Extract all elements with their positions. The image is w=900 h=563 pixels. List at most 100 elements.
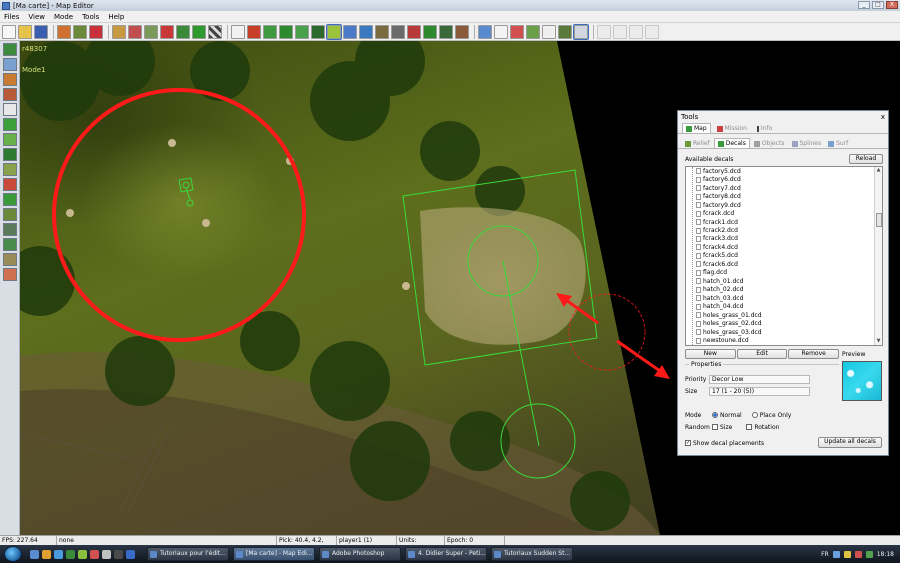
unit-icon[interactable]	[407, 24, 421, 39]
layer-buildings-icon[interactable]	[2, 88, 17, 101]
scroll-down-icon[interactable]: ▼	[875, 338, 882, 345]
reload-button[interactable]: Reload	[849, 154, 883, 164]
new-button[interactable]: New	[685, 349, 736, 359]
menu-mode[interactable]: Mode	[54, 13, 73, 21]
menu-view[interactable]: View	[28, 13, 45, 21]
grass-icon[interactable]	[176, 24, 190, 39]
layer-forest-icon[interactable]	[2, 193, 17, 206]
road-icon[interactable]	[279, 24, 293, 39]
decal-list-item[interactable]: factory8.dcd	[696, 192, 871, 200]
river-icon[interactable]	[359, 24, 373, 39]
decal-list-item[interactable]: factory7.dcd	[696, 184, 871, 192]
close-button[interactable]: X	[886, 1, 898, 9]
menu-files[interactable]: Files	[4, 13, 19, 21]
volume-icon[interactable]	[843, 550, 851, 558]
script-icon[interactable]	[128, 24, 142, 39]
app-icon[interactable]	[114, 549, 123, 559]
decal-list-item[interactable]: holes_grass_02.dcd	[696, 319, 871, 327]
remove-button[interactable]: Remove	[788, 349, 840, 359]
decal-list-item[interactable]: factory6.dcd	[696, 175, 871, 183]
show-placements-checkbox[interactable]: ✓ Show decal placements	[685, 438, 764, 448]
size-value[interactable]: 17 (1 - 20 (5))	[709, 386, 810, 396]
app-icon[interactable]	[90, 549, 99, 559]
layer-water-icon[interactable]	[2, 58, 17, 71]
trigger-icon[interactable]	[510, 24, 524, 39]
tab-info[interactable]: Info	[753, 123, 776, 133]
minimize-button[interactable]: _	[858, 1, 870, 9]
menu-tools[interactable]: Tools	[82, 13, 99, 21]
decal-list-item[interactable]: factory9.dcd	[696, 201, 871, 209]
decal-list-scrollbar[interactable]: ▲ ▼	[874, 167, 882, 345]
task-tutoriaux[interactable]: Tutoriaux pour l'édit...	[147, 547, 229, 561]
mode-normal-radio[interactable]: Normal	[712, 412, 742, 419]
layer-terrain-icon[interactable]	[2, 43, 17, 56]
scroll-up-icon[interactable]: ▲	[875, 167, 882, 174]
flag-icon[interactable]	[160, 24, 174, 39]
tray-app-icon[interactable]	[865, 550, 873, 558]
layer-blank-icon[interactable]	[2, 103, 17, 116]
decal-list-item[interactable]: holes_grass_03.dcd	[696, 328, 871, 336]
layer-fence-icon[interactable]	[2, 253, 17, 266]
undo-icon[interactable]	[112, 24, 126, 39]
layer-fields-icon[interactable]	[2, 208, 17, 221]
image-icon[interactable]	[542, 24, 556, 39]
menu-help[interactable]: Help	[108, 13, 124, 21]
start-button[interactable]	[4, 546, 22, 562]
palm-icon[interactable]	[526, 24, 540, 39]
clock[interactable]: 18:18	[877, 551, 894, 558]
subtab-objects[interactable]: Objects	[751, 139, 788, 148]
grid-icon[interactable]	[192, 24, 206, 39]
app-icon[interactable]	[126, 549, 135, 559]
subtab-surf[interactable]: Surf	[825, 139, 851, 148]
mode-place-only-radio[interactable]: Place Only	[751, 412, 791, 419]
app-icon[interactable]	[78, 549, 87, 559]
decal-list-item[interactable]: flag.dcd	[696, 269, 871, 277]
decal-list-item[interactable]: fcrack.dcd	[696, 209, 871, 217]
show-desktop-icon[interactable]	[30, 549, 39, 559]
explorer-icon[interactable]	[42, 549, 51, 559]
save-icon[interactable]	[34, 24, 48, 39]
layer-houses-icon[interactable]	[2, 268, 17, 281]
decal-list-item[interactable]: hatch_01.dcd	[696, 277, 871, 285]
decal-list-item[interactable]: hatch_04.dcd	[696, 303, 871, 311]
decal-list-item[interactable]: fcrack3.dcd	[696, 235, 871, 243]
tools-icon[interactable]	[573, 23, 589, 40]
layer-grid-icon[interactable]	[2, 118, 17, 131]
app-icon[interactable]	[102, 549, 111, 559]
subtab-decals[interactable]: Decals	[713, 138, 750, 148]
camera-icon[interactable]	[558, 24, 572, 39]
update-all-decals-button[interactable]: Update all decals	[818, 437, 882, 448]
cursor-icon[interactable]	[231, 24, 245, 39]
decal-list[interactable]: factory5.dcd factory6.dcd factory7.dcd fact…	[685, 166, 883, 346]
bush-icon[interactable]	[423, 24, 437, 39]
decal-list-item[interactable]: holes_grass_01.dcd	[696, 311, 871, 319]
subtab-relief[interactable]: Relief	[682, 139, 713, 148]
layer-roads-icon[interactable]	[2, 73, 17, 86]
decal-list-item[interactable]: newstoune.dcd	[696, 336, 871, 344]
decal-list-item[interactable]: factory5.dcd	[696, 167, 871, 175]
decal-list-item[interactable]: hatch_02.dcd	[696, 286, 871, 294]
task-tutoriaux-sudden[interactable]: Tutoriaux Sudden St...	[491, 547, 573, 561]
tools-panel-close-button[interactable]: x	[881, 113, 885, 121]
layer-grass-icon[interactable]	[2, 133, 17, 146]
task-map-editor[interactable]: [Ma carte] - Map Edi...	[233, 547, 315, 561]
decal-list-item[interactable]: fcrack6.dcd	[696, 260, 871, 268]
object-icon[interactable]	[391, 24, 405, 39]
random-size-checkbox[interactable]: Size	[712, 424, 732, 431]
relief-icon[interactable]	[247, 24, 261, 39]
decal-list-item[interactable]: fcrack2.dcd	[696, 226, 871, 234]
decal-tool-icon[interactable]	[326, 23, 342, 40]
layer-units-icon[interactable]	[2, 178, 17, 191]
tab-map[interactable]: Map	[682, 123, 711, 133]
security-icon[interactable]	[854, 550, 862, 558]
checker-icon[interactable]	[208, 24, 222, 39]
spline-icon[interactable]	[375, 24, 389, 39]
language-indicator[interactable]: FR	[821, 551, 829, 558]
layer-bush-icon[interactable]	[2, 238, 17, 251]
terrain-icon[interactable]	[73, 24, 87, 39]
tab-mission[interactable]: Mission	[713, 123, 751, 133]
new-file-icon[interactable]	[2, 24, 16, 39]
priority-value[interactable]: Decor Low	[709, 374, 810, 384]
scroll-thumb[interactable]	[876, 213, 882, 227]
network-icon[interactable]	[832, 550, 840, 558]
